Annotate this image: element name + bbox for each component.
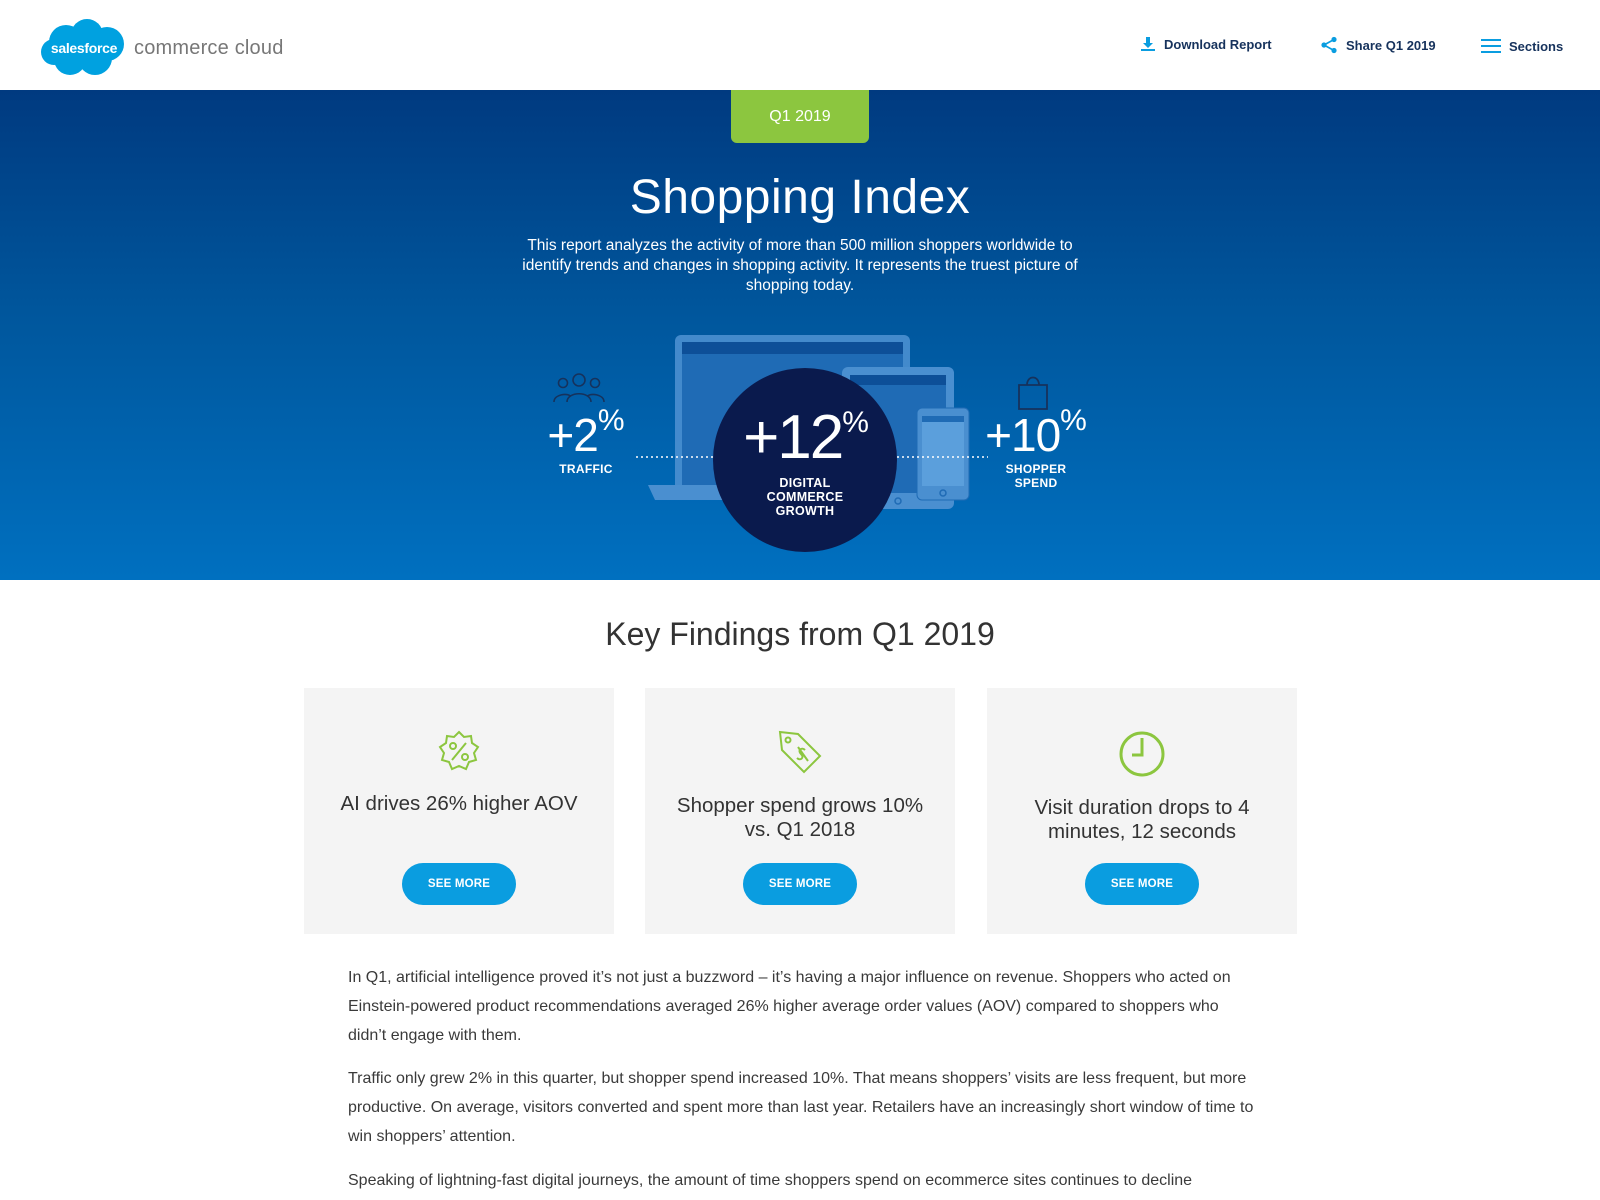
download-icon <box>1140 36 1156 52</box>
growth-label-line3: GROWTH <box>775 504 835 518</box>
finding-text: AI drives 26% higher AOV <box>340 792 578 815</box>
key-findings-title: Key Findings from Q1 2019 <box>605 616 995 652</box>
traffic-value: +2 <box>547 409 598 461</box>
salesforce-commerce-cloud-logo[interactable]: salesforce commerce cloud <box>40 18 284 78</box>
spend-label-line2: SPEND <box>1014 476 1058 490</box>
growth-label-line2: COMMERCE <box>766 490 844 504</box>
spend-label-line1: SHOPPER <box>1005 462 1067 476</box>
shopper-spend-stat: +10% SHOPPER SPEND <box>980 404 1092 490</box>
traffic-label: TRAFFIC <box>559 462 613 476</box>
finding-card-duration: Visit duration drops to 4 minutes, 12 se… <box>987 688 1297 934</box>
finding-text: Shopper spend grows 10% vs. Q1 2018 <box>676 794 924 841</box>
people-icon <box>553 373 605 403</box>
digital-commerce-growth-badge: +12% DIGITAL COMMERCE GROWTH <box>713 368 897 552</box>
growth-unit: % <box>842 406 869 439</box>
body-paragraph: Traffic only grew 2% in this quarter, bu… <box>348 1070 1254 1145</box>
shopping-bag-icon <box>1018 376 1048 410</box>
see-more-button[interactable]: SEE MORE <box>402 863 516 905</box>
growth-label-line1: DIGITAL <box>779 476 831 490</box>
site-header: salesforce commerce cloud Download Repor… <box>0 0 1600 90</box>
sections-menu-button[interactable]: Sections <box>1481 38 1563 54</box>
percent-badge-icon <box>304 730 614 772</box>
traffic-unit: % <box>597 404 625 437</box>
clock-icon <box>987 730 1297 778</box>
see-more-button[interactable]: SEE MORE <box>1085 863 1199 905</box>
download-report-link[interactable]: Download Report <box>1140 36 1272 52</box>
share-label: Share Q1 2019 <box>1346 37 1436 53</box>
price-tag-icon <box>645 730 955 774</box>
hero-banner: Q1 2019 Shopping Index This report analy… <box>0 90 1600 580</box>
hamburger-menu-icon <box>1481 38 1501 54</box>
see-more-button[interactable]: SEE MORE <box>743 863 857 905</box>
spend-unit: % <box>1060 404 1087 437</box>
finding-card-ai: AI drives 26% higher AOV SEE MORE <box>304 688 614 934</box>
logo-brand-text: salesforce <box>50 40 118 56</box>
salesforce-cloud-icon: salesforce <box>40 18 128 78</box>
share-icon <box>1320 36 1338 54</box>
finding-text: Visit duration drops to 4 minutes, 12 se… <box>1034 796 1250 843</box>
download-report-label: Download Report <box>1164 36 1272 52</box>
logo-product-text: commerce cloud <box>134 36 284 59</box>
body-paragraph: Speaking of lightning-fast digital journ… <box>348 1172 1193 1189</box>
sections-label: Sections <box>1509 38 1564 54</box>
finding-card-spend: Shopper spend grows 10% vs. Q1 2018 SEE … <box>645 688 955 934</box>
growth-value: +12 <box>743 403 844 472</box>
spend-value: +10 <box>985 409 1061 461</box>
body-paragraph: In Q1, artificial intelligence proved it… <box>348 969 1231 1044</box>
share-link[interactable]: Share Q1 2019 <box>1320 36 1436 54</box>
traffic-stat: +2% TRAFFIC <box>536 404 636 476</box>
